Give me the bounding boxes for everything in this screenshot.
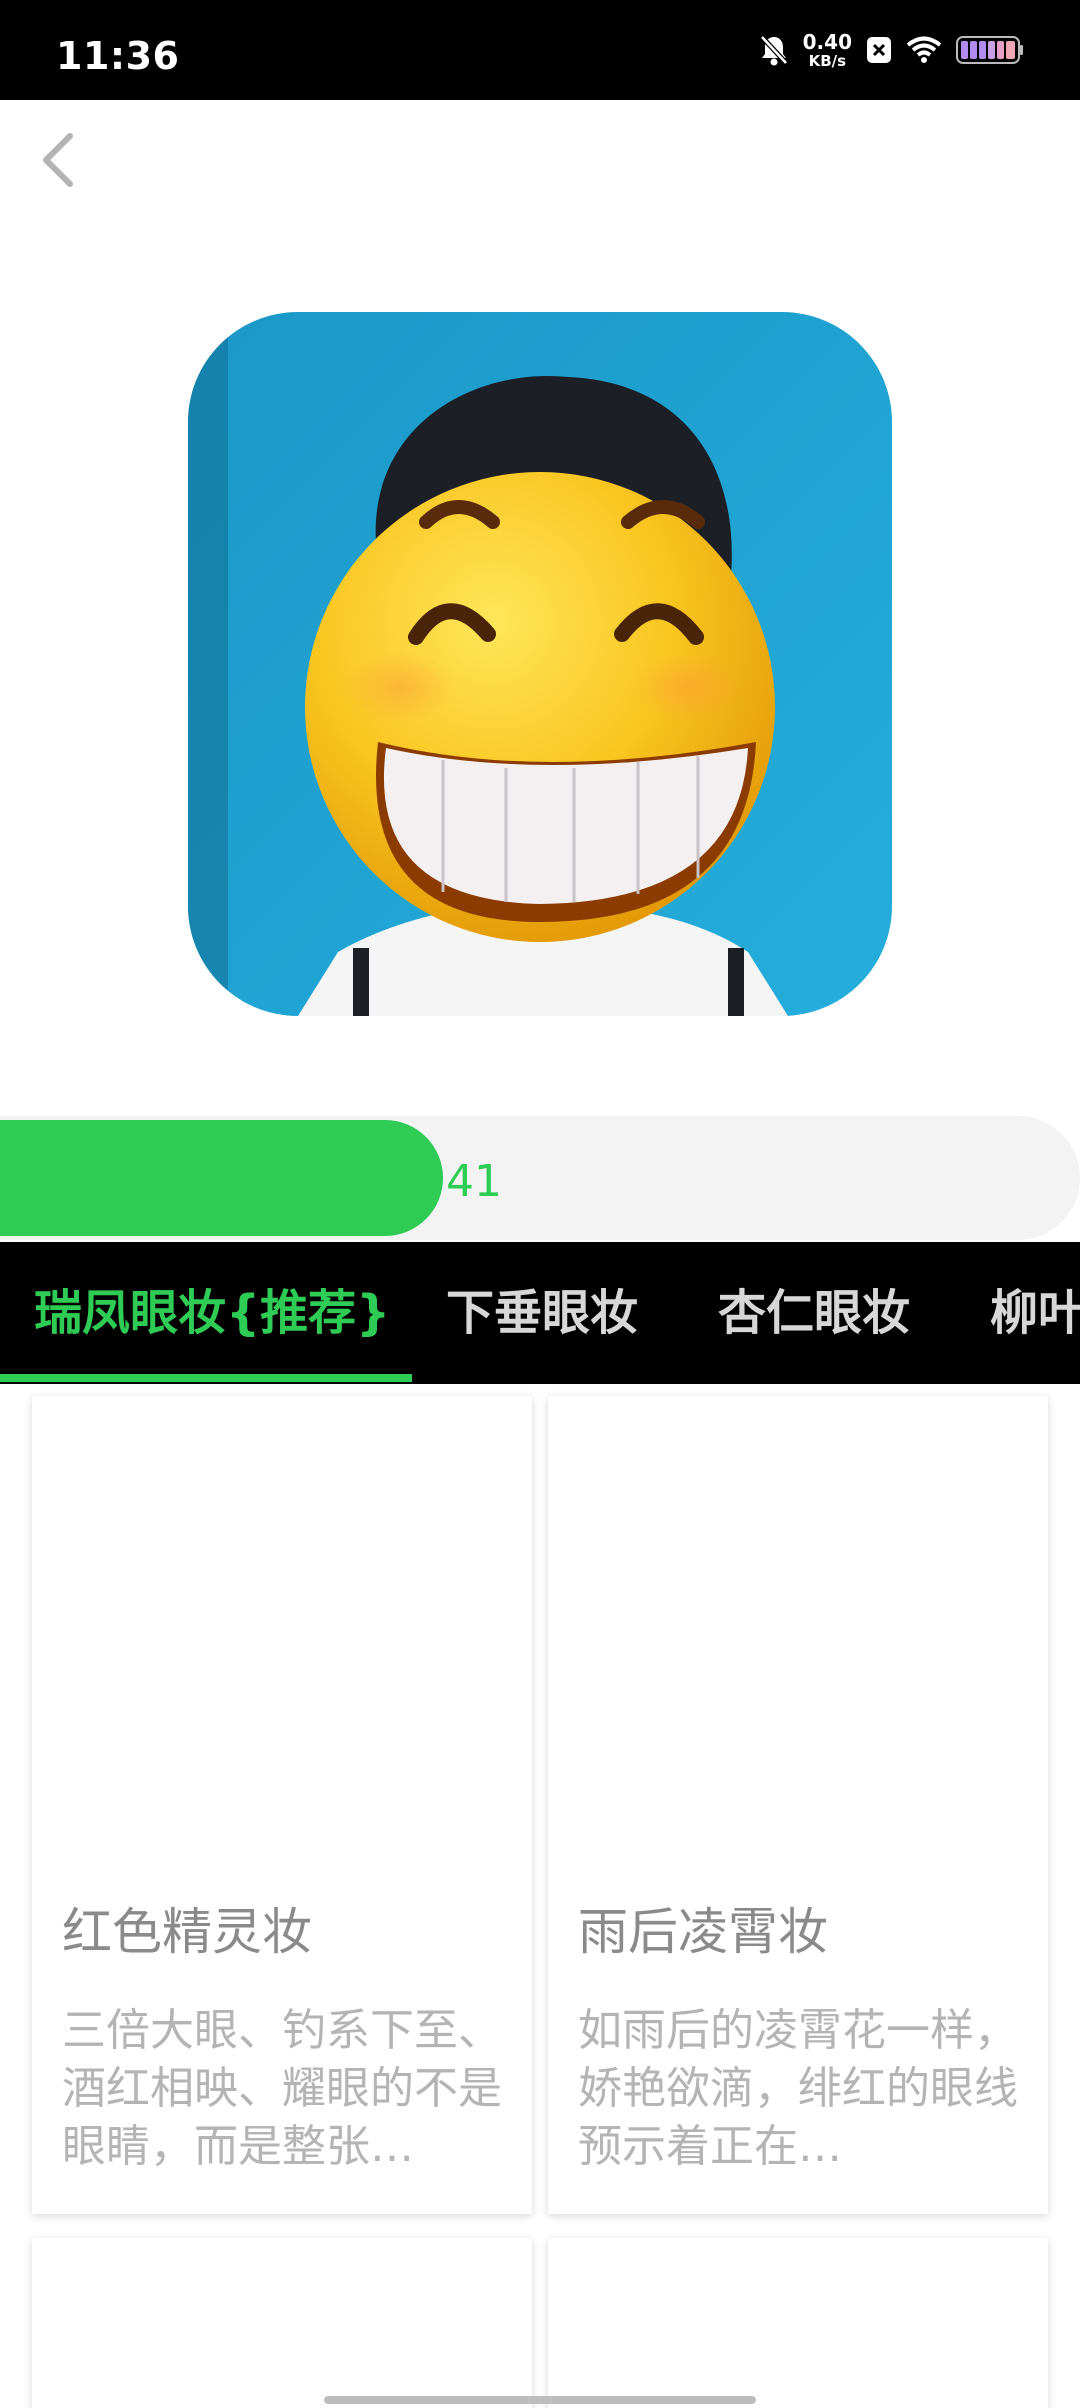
category-tabs: 瑞凤眼妆{推荐} 下垂眼妆 杏仁眼妆 柳叶 — [0, 1242, 1080, 1384]
back-button[interactable] — [28, 120, 88, 200]
tab-active-indicator — [0, 1374, 412, 1382]
progress-track — [0, 1116, 1080, 1240]
card-makeup[interactable]: 雨后凌霄妆 如雨后的凌霄花一样，娇艳欲滴，绯红的眼线预示着正在… — [548, 1396, 1048, 2214]
tab-recommended[interactable]: 瑞凤眼妆{推荐} — [34, 1242, 390, 1384]
progress-value: 41 — [446, 1156, 502, 1207]
net-speed: 0.40 KB/s — [803, 32, 852, 69]
card-makeup[interactable]: 红色精灵妆 三倍大眼、钓系下至、酒红相映、耀眼的不是眼睛，而是整张… — [32, 1396, 532, 2214]
net-speed-unit: KB/s — [808, 51, 847, 70]
card-title: 雨后凌霄妆 — [578, 1903, 828, 1961]
tab-almond-eye[interactable]: 杏仁眼妆 — [718, 1242, 910, 1384]
progress-fill — [0, 1120, 443, 1236]
card-makeup[interactable] — [548, 2238, 1048, 2408]
chevron-left-icon — [43, 133, 73, 187]
card-makeup[interactable] — [32, 2238, 532, 2408]
page: 11:36 0.40 KB/s 41 瑞凤眼妆{推荐} 下垂眼妆 杏仁眼妆 柳叶… — [0, 0, 1080, 2408]
tab-willow-leaf[interactable]: 柳叶 — [990, 1242, 1080, 1384]
status-time: 11:36 — [56, 34, 180, 78]
battery-icon — [956, 35, 1024, 65]
face-photo — [188, 312, 892, 1016]
home-indicator[interactable] — [324, 2396, 756, 2404]
status-icons: 0.40 KB/s — [759, 28, 1024, 72]
card-description: 如雨后的凌霄花一样，娇艳欲滴，绯红的眼线预示着正在… — [578, 2005, 1018, 2172]
wifi-icon — [906, 35, 942, 65]
tab-downturned-eye[interactable]: 下垂眼妆 — [446, 1242, 638, 1384]
close-box-icon — [866, 36, 892, 64]
card-description: 三倍大眼、钓系下至、酒红相映、耀眼的不是眼睛，而是整张… — [62, 2005, 502, 2172]
bell-muted-icon — [759, 34, 789, 66]
net-speed-value: 0.40 — [802, 29, 852, 54]
status-bar: 11:36 0.40 KB/s — [0, 0, 1080, 100]
card-title: 红色精灵妆 — [62, 1903, 312, 1961]
